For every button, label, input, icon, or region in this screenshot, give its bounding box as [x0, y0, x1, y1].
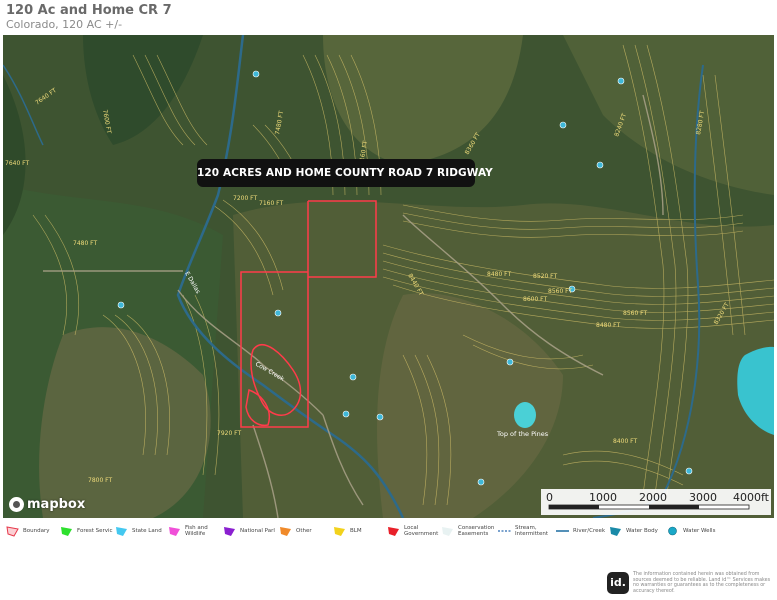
disclaimer-text: The information contained herein was obt…: [633, 572, 771, 594]
mapbox-icon: [9, 497, 24, 512]
scale-tick-3000: 3000: [689, 491, 717, 504]
legend-item-local-government: Local Government: [387, 525, 438, 537]
legend-item-forest-service: Forest Servic: [60, 525, 113, 537]
stream-swatch-icon: [498, 530, 511, 532]
legend-item-blm: BLM: [333, 525, 362, 537]
scale-tick-4000: 4000ft: [733, 491, 769, 504]
legend-item-water-wells: Water Wells: [666, 525, 715, 537]
disclaimer: id. The information contained herein was…: [607, 572, 773, 594]
contour-label: 8560 FT: [548, 288, 573, 295]
local-government-swatch-icon: [388, 527, 399, 536]
map-view[interactable]: 7640 FT 7600 FT 7640 FT 7480 FT 7160 FT …: [3, 35, 774, 518]
legend-item-water-body: Water Body: [609, 525, 658, 537]
water-body-swatch-icon: [610, 527, 621, 536]
state-land-swatch-icon: [116, 527, 127, 536]
contour-label: 8480 FT: [487, 271, 512, 278]
legend-item-boundary: Boundary: [6, 525, 50, 537]
contour-label: 8600 FT: [523, 296, 548, 303]
contour-label: 8520 FT: [533, 273, 558, 280]
blm-swatch-icon: [334, 527, 345, 536]
forest-service-swatch-icon: [61, 527, 72, 536]
mapbox-logo[interactable]: mapbox: [9, 497, 85, 512]
boundary-swatch-icon: [6, 526, 19, 537]
page-subtitle: Colorado, 120 AC +/-: [6, 18, 123, 31]
contour-label: 7640 FT: [5, 160, 30, 167]
contour-label: 7200 FT: [233, 195, 258, 202]
river-swatch-icon: [556, 530, 569, 532]
contour-label: 7160 FT: [259, 200, 284, 207]
legend-item-state-land: State Land: [115, 525, 162, 537]
other-swatch-icon: [280, 527, 291, 536]
contour-label: 8400 FT: [613, 438, 638, 445]
scale-bar: 0 1000 2000 3000 4000ft: [541, 489, 771, 515]
conservation-swatch-icon: [442, 527, 453, 536]
water-well-swatch-icon: [668, 526, 677, 536]
scale-tick-1000: 1000: [589, 491, 617, 504]
map-title-banner: 120 ACRES AND HOME COUNTY ROAD 7 RIDGWAY: [197, 159, 493, 187]
legend-item-stream-intermittent: Stream, Intermittent: [498, 525, 549, 537]
national-park-swatch-icon: [224, 527, 235, 536]
fish-wildlife-swatch-icon: [169, 527, 180, 536]
contour-label: 8560 FT: [623, 310, 648, 317]
contour-label: 7800 FT: [88, 477, 113, 484]
legend-item-national-park: National Parl: [223, 525, 275, 537]
scale-tick-2000: 2000: [639, 491, 667, 504]
contour-label: 8480 FT: [596, 322, 621, 329]
legend-item-other: Other: [279, 525, 312, 537]
legend-item-conservation-easements: Conservation Easements: [441, 525, 494, 537]
mapbox-wordmark: mapbox: [27, 497, 86, 512]
land-id-logo: id.: [607, 572, 629, 594]
contour-label: 7920 FT: [217, 430, 242, 437]
contour-label: 7480 FT: [73, 240, 98, 247]
page-title: 120 Ac and Home CR 7: [6, 3, 172, 18]
legend-item-fish-and-wildlife: Fish and Wildlife: [168, 525, 211, 537]
place-label: Top of the Pines: [496, 430, 549, 438]
scale-tick-0: 0: [546, 491, 553, 504]
legend-item-river-creek: River/Creek: [556, 525, 605, 537]
satellite-terrain: 7640 FT 7600 FT 7640 FT 7480 FT 7160 FT …: [3, 35, 774, 518]
map-legend: Boundary Forest Servic State Land Fish a…: [0, 521, 777, 543]
